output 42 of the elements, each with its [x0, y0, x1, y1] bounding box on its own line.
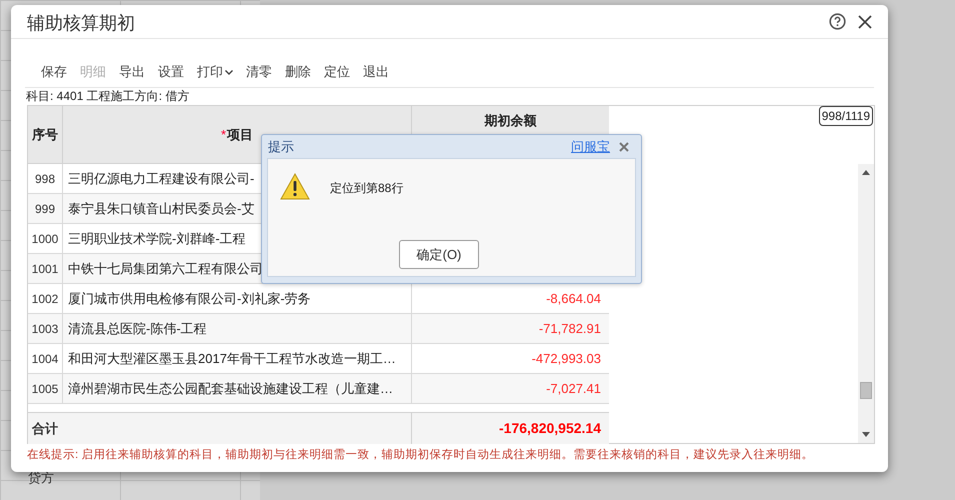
table-cell: 清流县总医院-陈伟-工程: [63, 314, 412, 343]
cell-text: 贷方: [28, 469, 54, 487]
toolbar-button[interactable]: 定位: [324, 62, 350, 82]
table-cell-text: -71,782.91: [538, 320, 602, 338]
toolbar-button[interactable]: 设置: [158, 62, 184, 82]
row-counter: 998/1119: [818, 106, 873, 126]
help-link[interactable]: 问服宝: [571, 136, 610, 156]
toolbar-button[interactable]: 删除: [285, 62, 311, 82]
row-number: 1000: [28, 224, 63, 253]
scroll-thumb[interactable]: [860, 382, 872, 399]
scrollbar[interactable]: [858, 164, 874, 443]
table-cell-text: -8,664.04: [545, 290, 602, 308]
toolbar-button[interactable]: 清零: [246, 62, 272, 82]
subject-info: 科目: 4401 工程施工方向: 借方: [25, 88, 190, 105]
row-number: 1004: [28, 344, 63, 373]
window-title: 辅助核算期初: [27, 12, 135, 35]
row-number: 998: [28, 164, 63, 193]
close-icon[interactable]: [858, 14, 872, 28]
caret-icon: [225, 70, 233, 74]
table-cell: 和田河大型灌区墨玉县2017年骨干工程节水改造一期工…: [63, 344, 412, 373]
message-box-title: 提示: [268, 138, 294, 156]
toolbar-button[interactable]: 保存: [41, 62, 67, 82]
total-label: 合计: [28, 413, 412, 444]
toolbar-button[interactable]: 退出: [363, 62, 389, 82]
row-number: 1002: [28, 284, 63, 313]
online-tip: 在线提示: 启用往来辅助核算的科目，辅助期初与往来明细需一致，辅助期初保存时自动生成往来明细。需要往来核销的科目，建议先录入往来明细。: [26, 447, 814, 463]
toolbar-button[interactable]: 打印: [197, 62, 233, 82]
table-cell-text: -472,993.03: [530, 350, 602, 368]
row-number: 1003: [28, 314, 63, 343]
row-number: 1005: [28, 374, 63, 403]
help-icon[interactable]: [829, 13, 846, 30]
scroll-up-icon[interactable]: [862, 170, 870, 175]
scroll-down-icon[interactable]: [862, 432, 870, 437]
total-amount: -176,820,952.14: [498, 419, 602, 438]
row-number: 999: [28, 194, 63, 223]
row-number: 1001: [28, 254, 63, 283]
warning-icon: [280, 173, 310, 200]
table-cell: 漳州碧湖市民生态公园配套基础设施建设工程（儿童建…: [63, 374, 412, 403]
table-cell-text: -7,027.41: [545, 380, 602, 398]
confirm-button[interactable]: 确定(O): [399, 240, 479, 269]
column-header: 序号: [28, 106, 63, 163]
toolbar-button[interactable]: 导出: [119, 62, 145, 82]
